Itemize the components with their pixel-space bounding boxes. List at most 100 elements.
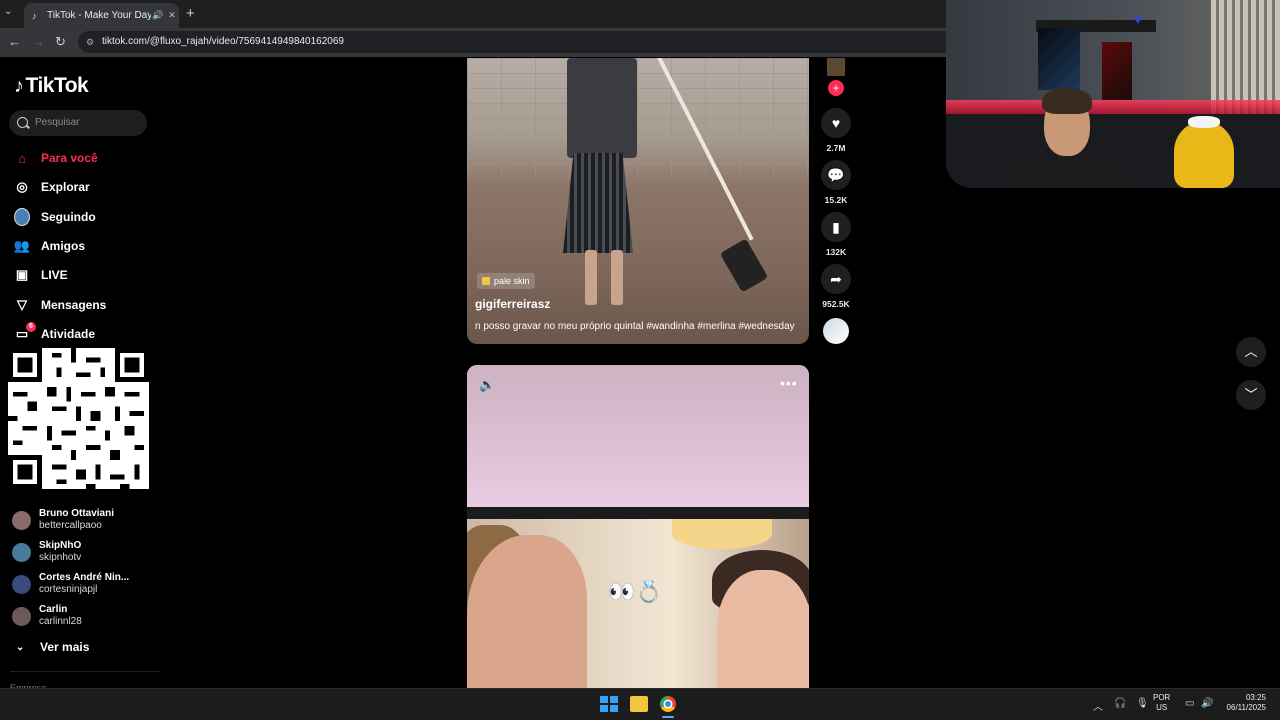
nav-messages[interactable]: ▽ Mensagens	[14, 293, 159, 317]
save-button[interactable]: ▮ 132K	[820, 212, 852, 257]
chrome-icon[interactable]	[660, 696, 676, 712]
heart-icon: ♥	[821, 108, 851, 138]
close-tab-icon[interactable]: ✕	[165, 10, 179, 21]
next-video-button[interactable]: ﹀	[1236, 380, 1266, 410]
account-name: SkipNhO	[39, 540, 82, 551]
volume-icon[interactable]: 🔈	[479, 377, 495, 393]
see-more-label: Ver mais	[40, 640, 90, 654]
url-text: tiktok.com/@fluxo_rajah/video/7569414949…	[102, 36, 344, 47]
lang-region: US	[1156, 703, 1168, 712]
forward-icon[interactable]: →	[32, 34, 45, 49]
account-handle: skipnhotv	[39, 552, 82, 563]
browser-tab-tiktok[interactable]: ♪ TikTok - Make Your Day 🔊 ✕	[24, 3, 179, 28]
account-name: Carlin	[39, 604, 68, 615]
tab-search-icon[interactable]: ⌄	[4, 6, 12, 17]
nav-activity[interactable]: ▭ 6 Atividade	[14, 322, 159, 346]
search-input[interactable]: Pesquisar	[9, 110, 147, 136]
video-player-1[interactable]: pale skin gigiferreirasz n posso gravar …	[467, 58, 809, 344]
nav-live[interactable]: ▣ LIVE	[14, 263, 159, 287]
input-language-indicator[interactable]: POR US	[1153, 693, 1170, 713]
site-info-icon[interactable]: ⚙	[86, 31, 94, 53]
creator-avatar[interactable]	[827, 58, 845, 76]
see-more-button[interactable]: ⌄ Ver mais	[16, 640, 89, 654]
video-frame-face-left	[467, 535, 587, 688]
account-handle: carlinnl28	[39, 616, 82, 627]
video-frame-person	[567, 58, 637, 158]
reload-icon[interactable]: ↻	[55, 34, 66, 50]
windows-start-icon[interactable]	[600, 696, 618, 712]
nav-for-you[interactable]: ⌂ Para você	[14, 146, 159, 170]
back-icon[interactable]: ←	[8, 34, 21, 49]
webcam-heart-decoration: ♥	[1134, 12, 1142, 27]
audio-playing-icon[interactable]: 🔊	[151, 10, 165, 21]
tiktok-favicon-icon: ♪	[32, 10, 37, 21]
inbox-icon: ▭ 6	[14, 322, 36, 342]
webcam-overlay: ♥	[946, 0, 1280, 188]
video-frame-top	[467, 365, 809, 510]
search-icon	[17, 117, 28, 128]
nav-label: Para você	[41, 151, 98, 165]
nav-following[interactable]: Seguindo	[14, 205, 159, 229]
video-author[interactable]: gigiferreirasz	[475, 297, 550, 311]
share-button[interactable]: ➦ 952.5K	[820, 264, 852, 309]
nav-label: Atividade	[41, 327, 96, 341]
avatar	[12, 543, 31, 562]
nav-friends[interactable]: 👥 Amigos	[14, 234, 159, 258]
like-button[interactable]: ♥ 2.7M	[820, 108, 852, 153]
account-name: Cortes André Nin...	[39, 572, 130, 583]
previous-video-button[interactable]: ︿	[1236, 337, 1266, 367]
comment-count: 15.2K	[824, 195, 848, 205]
followed-account[interactable]: Bruno Ottaviani bettercallpaoo	[12, 508, 162, 534]
send-icon: ▽	[17, 297, 27, 312]
sound-disc-icon[interactable]	[823, 318, 849, 344]
webcam-teddy-bear	[1174, 116, 1234, 188]
sidebar-divider	[10, 671, 160, 672]
tiktok-logo[interactable]: ♪TikTok	[14, 74, 89, 98]
avatar	[12, 607, 31, 626]
follow-plus-icon[interactable]: +	[828, 80, 844, 96]
nav-label: Amigos	[41, 239, 86, 253]
followed-account[interactable]: SkipNhO skipnhotv	[12, 540, 162, 566]
new-tab-button[interactable]: +	[186, 5, 195, 22]
chevron-down-icon: ⌄	[16, 641, 25, 653]
webcam-poster-right	[1102, 42, 1132, 100]
followed-account[interactable]: Cortes André Nin... cortesninjapjl	[12, 572, 162, 598]
nav-label: Seguindo	[41, 210, 96, 224]
nav-explore[interactable]: ◎ Explorar	[14, 175, 159, 199]
headset-icon[interactable]: 🎧	[1114, 698, 1126, 709]
followed-account[interactable]: Carlin carlinnl28	[12, 604, 162, 630]
network-icon[interactable]: ▭	[1185, 698, 1194, 709]
tiktok-note-icon: ♪	[14, 75, 24, 97]
activity-badge: 6	[26, 322, 36, 332]
share-icon: ➦	[821, 264, 851, 294]
speaker-icon[interactable]: 🔊	[1201, 698, 1213, 709]
avatar	[12, 511, 31, 530]
video-frame-broom-head	[719, 238, 769, 293]
video-player-2[interactable]: 👀💍 🔈 •••	[467, 365, 809, 688]
share-count: 952.5K	[822, 299, 850, 309]
microphone-icon[interactable]: 🎙	[1136, 698, 1149, 709]
live-icon: ▣	[15, 267, 29, 282]
tray-overflow-icon[interactable]: ︿	[1093, 698, 1103, 713]
file-explorer-icon[interactable]	[630, 696, 648, 712]
friends-icon: 👥	[13, 238, 31, 253]
effect-tag[interactable]: pale skin	[477, 273, 535, 289]
comment-button[interactable]: 💬 15.2K	[820, 160, 852, 205]
clock-date: 06/11/2025	[1226, 703, 1266, 712]
compass-icon: ◎	[16, 179, 28, 194]
effect-tag-label: pale skin	[494, 276, 530, 286]
tab-title: TikTok - Make Your Day	[47, 10, 151, 21]
address-bar[interactable]: ⚙ tiktok.com/@fluxo_rajah/video/75694149…	[78, 31, 958, 53]
webcam-poster-left	[1038, 28, 1080, 90]
video-frame-legs	[579, 250, 629, 310]
system-clock[interactable]: 03:25 06/11/2025	[1218, 693, 1266, 713]
following-avatar-icon	[14, 208, 30, 226]
save-count: 132K	[825, 247, 847, 257]
more-options-icon[interactable]: •••	[780, 375, 798, 391]
lang-code: POR	[1153, 693, 1171, 702]
video-caption: n posso gravar no meu próprio quintal #w…	[475, 321, 795, 332]
bookmark-icon: ▮	[821, 212, 851, 242]
avatar	[12, 575, 31, 594]
webcam-bear-hat	[1188, 116, 1220, 128]
account-handle: cortesninjapjl	[39, 584, 98, 595]
